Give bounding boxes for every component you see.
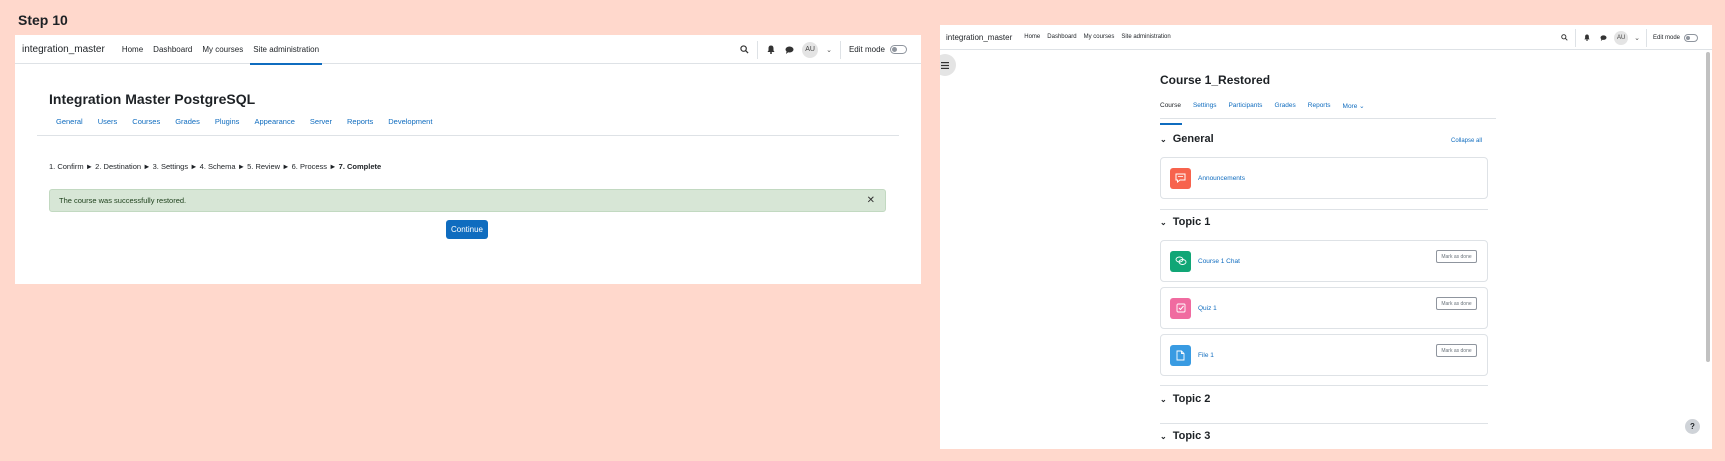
activity-file-1[interactable]: File 1 Mark as done	[1160, 334, 1488, 376]
scrollbar[interactable]	[1706, 52, 1710, 362]
tab-server[interactable]: Server	[310, 117, 332, 135]
admin-tabs: General Users Courses Grades Plugins App…	[37, 117, 899, 136]
restore-progress: 1. Confirm ► 2. Destination ► 3. Setting…	[49, 162, 381, 171]
section-topic-1[interactable]: ⌄ Topic 1	[1160, 216, 1210, 228]
help-button[interactable]: ?	[1685, 419, 1700, 434]
chevron-down-icon: ⌄	[1359, 103, 1365, 110]
site-brand[interactable]: integration_master	[22, 44, 105, 55]
success-alert: The course was successfully restored. ✕	[49, 189, 886, 212]
bell-icon[interactable]	[766, 45, 776, 55]
activity-name[interactable]: File 1	[1198, 352, 1214, 359]
tab-course[interactable]: Course	[1160, 100, 1182, 125]
edit-mode-switch[interactable]: Edit mode	[849, 45, 907, 54]
course-tabs: Course Settings Participants Grades Repo…	[1160, 100, 1496, 125]
activity-name[interactable]: Course 1 Chat	[1198, 258, 1240, 265]
course-title: Course 1_Restored	[1160, 73, 1271, 87]
nav-dashboard[interactable]: Dashboard	[1047, 25, 1076, 50]
messages-icon[interactable]	[784, 45, 794, 55]
tab-courses[interactable]: Courses	[132, 117, 160, 135]
chevron-down-icon[interactable]: ⌄	[826, 46, 832, 54]
search-icon[interactable]	[739, 45, 749, 55]
forum-icon	[1170, 167, 1191, 189]
activity-announcements[interactable]: Announcements	[1160, 157, 1488, 199]
tab-settings[interactable]: Settings	[1193, 100, 1217, 118]
activity-name[interactable]: Quiz 1	[1198, 305, 1217, 312]
section-title: General	[1172, 133, 1214, 145]
section-general[interactable]: ⌄ General	[1160, 133, 1214, 145]
nav-home[interactable]: Home	[122, 35, 143, 64]
chevron-down-icon[interactable]: ⌄	[1160, 218, 1167, 227]
restore-steps: 1. Confirm ► 2. Destination ► 3. Setting…	[49, 162, 339, 171]
edit-mode-label: Edit mode	[848, 45, 885, 54]
page-title: Integration Master PostgreSQL	[49, 91, 256, 107]
activity-course-1-chat[interactable]: Course 1 Chat Mark as done	[1160, 240, 1488, 282]
chat-icon	[1170, 250, 1191, 272]
tab-general[interactable]: General	[56, 117, 83, 135]
tab-development[interactable]: Development	[388, 117, 432, 135]
tab-more-label: More	[1342, 103, 1358, 110]
nav-home[interactable]: Home	[1024, 25, 1040, 50]
course-index-drawer-button[interactable]	[940, 54, 956, 76]
tab-grades[interactable]: Grades	[1274, 100, 1295, 118]
activity-name[interactable]: Announcements	[1198, 175, 1245, 182]
mark-as-done-button[interactable]: Mark as done	[1436, 250, 1477, 263]
chevron-down-icon[interactable]: ⌄	[1160, 395, 1167, 404]
section-divider	[1160, 385, 1488, 386]
top-navbar: integration_master Home Dashboard My cou…	[940, 25, 1712, 50]
bell-icon[interactable]	[1582, 33, 1592, 43]
nav-divider	[839, 40, 841, 59]
activity-quiz-1[interactable]: Quiz 1 Mark as done	[1160, 287, 1488, 329]
alert-message: The course was successfully restored.	[59, 196, 187, 205]
list-icon	[941, 56, 949, 74]
section-title: Topic 2	[1172, 393, 1211, 405]
nav-site-administration[interactable]: Site administration	[250, 35, 322, 65]
chevron-down-icon[interactable]: ⌄	[1634, 34, 1640, 42]
quiz-icon	[1170, 297, 1191, 319]
continue-button[interactable]: Continue	[446, 220, 488, 239]
tab-appearance[interactable]: Appearance	[254, 117, 294, 135]
nav-divider	[1575, 28, 1577, 47]
section-title: Topic 1	[1172, 216, 1211, 228]
tab-plugins[interactable]: Plugins	[215, 117, 240, 135]
mark-as-done-button[interactable]: Mark as done	[1436, 344, 1477, 357]
tab-users[interactable]: Users	[98, 117, 118, 135]
search-icon[interactable]	[1559, 33, 1569, 43]
site-brand[interactable]: integration_master	[946, 33, 1012, 42]
restore-current-step: 7. Complete	[338, 162, 382, 171]
edit-mode-label: Edit mode	[1652, 34, 1680, 41]
admin-window: integration_master Home Dashboard My cou…	[15, 35, 921, 284]
mark-as-done-button[interactable]: Mark as done	[1436, 297, 1477, 310]
top-navbar: integration_master Home Dashboard My cou…	[15, 35, 921, 65]
section-divider	[1160, 209, 1488, 210]
chevron-down-icon[interactable]: ⌄	[1160, 432, 1167, 441]
section-divider	[1160, 423, 1488, 424]
tab-more[interactable]: More ⌄	[1343, 100, 1365, 118]
edit-mode-switch[interactable]: Edit mode	[1652, 33, 1698, 42]
collapse-all-link[interactable]: Collapse all	[1451, 138, 1482, 144]
nav-my-courses[interactable]: My courses	[1084, 25, 1115, 50]
step-label: Step 10	[18, 12, 68, 28]
section-title: Topic 3	[1172, 430, 1211, 442]
avatar[interactable]: AU	[802, 41, 819, 58]
tab-participants[interactable]: Participants	[1228, 100, 1262, 118]
edit-mode-toggle[interactable]	[890, 45, 907, 54]
tab-reports[interactable]: Reports	[1308, 100, 1331, 118]
file-icon	[1170, 344, 1191, 366]
course-window: integration_master Home Dashboard My cou…	[940, 25, 1712, 449]
tab-grades[interactable]: Grades	[175, 117, 200, 135]
edit-mode-toggle[interactable]	[1684, 33, 1698, 42]
nav-divider	[757, 40, 759, 59]
nav-dashboard[interactable]: Dashboard	[153, 35, 192, 64]
section-topic-3[interactable]: ⌄ Topic 3	[1160, 430, 1210, 442]
tab-reports[interactable]: Reports	[347, 117, 373, 135]
close-icon[interactable]: ✕	[867, 195, 875, 206]
nav-my-courses[interactable]: My courses	[202, 35, 243, 64]
avatar[interactable]: AU	[1614, 30, 1629, 45]
chevron-down-icon[interactable]: ⌄	[1160, 135, 1167, 144]
section-topic-2[interactable]: ⌄ Topic 2	[1160, 393, 1210, 405]
nav-site-administration[interactable]: Site administration	[1121, 25, 1170, 50]
nav-divider	[1645, 28, 1647, 47]
messages-icon[interactable]	[1598, 33, 1608, 43]
